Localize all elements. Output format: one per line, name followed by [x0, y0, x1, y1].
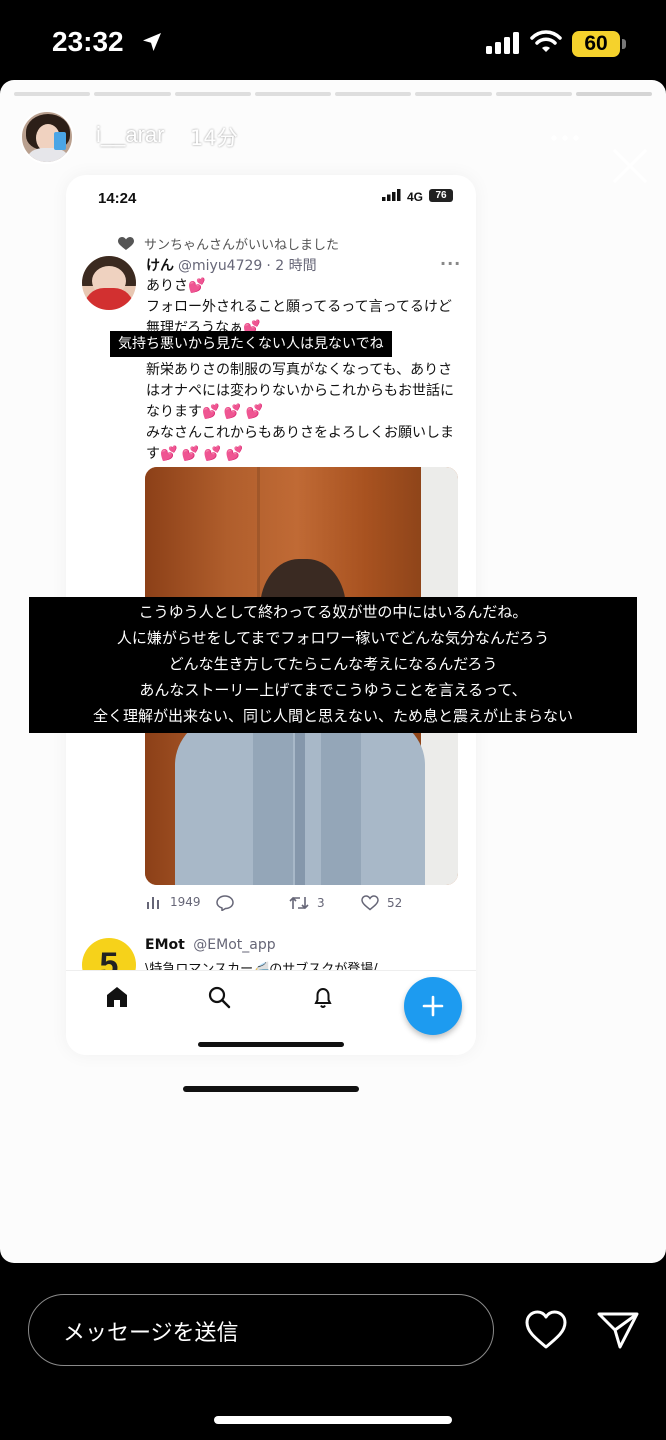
battery-cap: [622, 39, 626, 49]
liked-by-row: サンちゃんさんがいいねしました: [118, 234, 339, 253]
emoji: 💕 💕 💕: [202, 404, 264, 420]
close-icon[interactable]: [612, 148, 648, 184]
tweet-text: ありさ💕 フォロー外されること願ってるって言ってるけど無理だろうなぁ💕 新栄あり…: [146, 278, 454, 462]
retweet-icon: [289, 896, 309, 910]
more-icon[interactable]: [548, 126, 582, 150]
progress-segment: [254, 92, 331, 96]
tweet-time: · 2 時間: [266, 258, 317, 274]
story-username[interactable]: i__arar: [96, 122, 164, 148]
screenshot-home-indicator: [198, 1042, 344, 1047]
emoji: 💕: [188, 278, 206, 294]
caption-main: こうゆう人として終わってる奴が世の中にはいるんだね。 人に嫌がらせをしてまでフォ…: [29, 597, 637, 733]
views-count: 1949: [170, 895, 201, 909]
views-icon: [147, 897, 159, 909]
caption-line: 人に嫌がらせをしてまでフォロワー稼いでどんな気分なんだろう: [116, 629, 550, 647]
screenshot-battery: 76: [429, 189, 453, 202]
signal-icon: [486, 32, 519, 54]
caption-line: どんな生き方してたらこんな考えになるんだろう: [168, 655, 498, 673]
progress-segment: [495, 92, 572, 96]
battery-indicator: 60: [572, 31, 620, 57]
tweet-actions: 1949 3 52: [146, 895, 476, 919]
progress-segment: [335, 92, 412, 96]
message-input[interactable]: メッセージを送信: [28, 1294, 494, 1366]
retweet-count: 3: [317, 896, 325, 910]
progress-segment: [94, 92, 171, 96]
like-count: 52: [387, 896, 403, 910]
story-header: i__arar 14分: [0, 108, 666, 183]
signal-icon: [382, 189, 401, 201]
caption-line: あんなストーリー上げてまでこうゆうことを言えるって、: [139, 681, 527, 699]
story-progress: [14, 92, 652, 96]
heart-icon[interactable]: [524, 1309, 568, 1351]
caption-small: 気持ち悪いから見たくない人は見ないでね: [110, 331, 392, 357]
heart-icon: [118, 236, 134, 250]
compose-button: [404, 977, 462, 1035]
bell-icon: [314, 987, 332, 1009]
avatar: [82, 256, 136, 310]
status-time: 23:32: [52, 26, 124, 57]
caption-line: こうゆう人として終わってる奴が世の中にはいるんだね。: [138, 603, 528, 621]
message-placeholder: メッセージを送信: [63, 1321, 239, 1346]
plus-icon: [422, 995, 444, 1017]
home-icon: [107, 987, 127, 1007]
location-arrow-icon: [143, 33, 161, 51]
story-time: 14分: [190, 126, 238, 150]
next-tweet-display-name: EMot: [145, 937, 185, 953]
progress-segment: [415, 92, 492, 96]
tweet-header: けん @miyu4729 · 2 時間: [146, 255, 317, 275]
liked-by-text: サンちゃんさんがいいねしました: [144, 238, 340, 253]
reply-icon: [216, 895, 234, 911]
avatar[interactable]: [20, 110, 74, 164]
like-stat: 52: [361, 895, 402, 911]
reply-stat: [216, 895, 234, 911]
caption-line: 全く理解が出来ない、同じ人間と思えない、ため息と震えが止まらない: [92, 707, 573, 725]
next-tweet-header: EMot @EMot_app: [145, 937, 276, 953]
screenshot-time: 14:24: [98, 190, 137, 207]
network-type: 4G: [407, 190, 424, 204]
send-icon[interactable]: [596, 1310, 640, 1350]
progress-segment: [174, 92, 251, 96]
retweet-stat: 3: [289, 895, 325, 911]
story-viewer[interactable]: i__arar 14分 14:24 4G 76 サンちゃんさんがいいねしました …: [0, 80, 666, 1263]
next-tweet-handle: @EMot_app: [193, 937, 276, 953]
search-icon: [208, 986, 231, 1009]
progress-segment: [575, 92, 652, 96]
story-home-indicator: [183, 1086, 359, 1092]
more-icon: ···: [440, 254, 462, 273]
heart-icon: [361, 895, 379, 911]
emoji: 💕 💕 💕 💕: [160, 446, 244, 462]
home-indicator: [214, 1416, 452, 1424]
tweet-handle: @miyu4729: [178, 258, 263, 274]
status-bar: 23:32 60: [0, 0, 666, 80]
wifi-icon: [530, 30, 562, 52]
progress-segment: [14, 92, 91, 96]
views-stat: 1949: [146, 895, 201, 909]
tweet-display-name: けん: [146, 258, 174, 274]
